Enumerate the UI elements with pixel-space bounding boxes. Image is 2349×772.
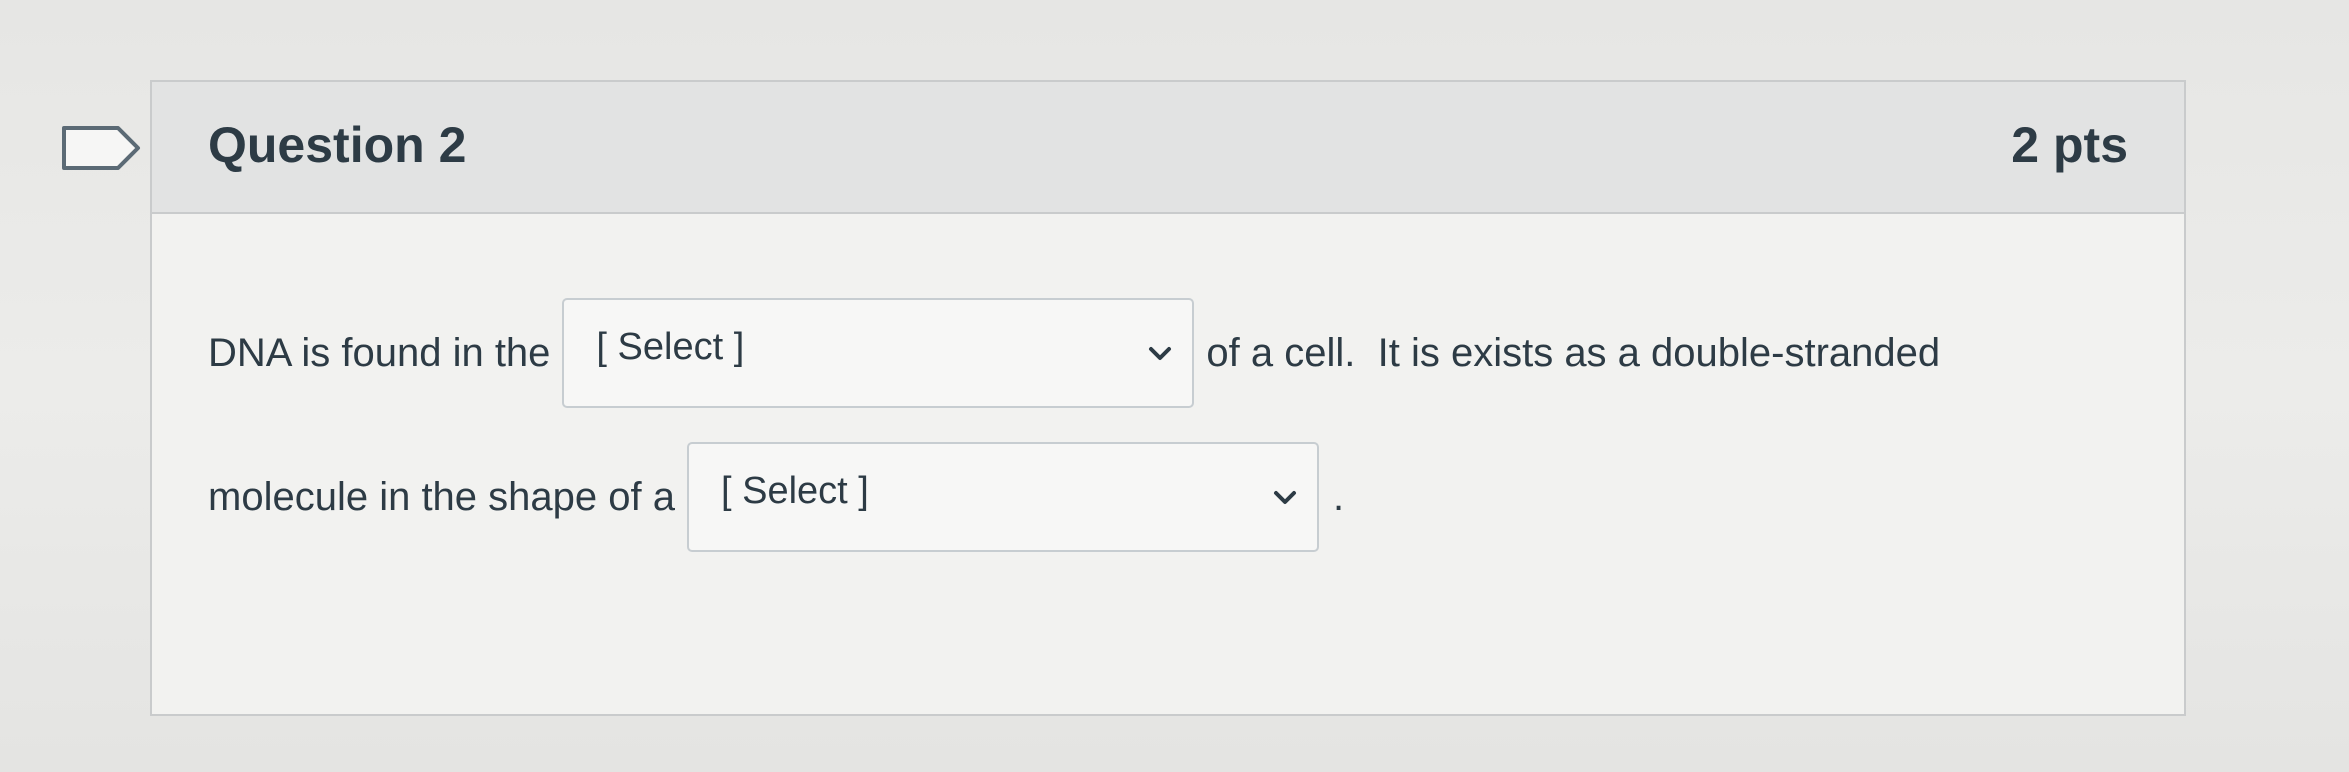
flag-question-icon[interactable] <box>60 124 144 172</box>
line2-text-before: molecule in the shape of a <box>208 474 675 519</box>
line1-text-after: of a cell. It is exists as a double-stra… <box>1206 330 1941 375</box>
answer-select-2[interactable]: [ Select ] <box>686 442 1319 552</box>
answer-select-1[interactable]: [ Select ] <box>562 298 1195 408</box>
chevron-down-icon <box>1149 347 1172 360</box>
answer-select-1-value: [ Select ] <box>596 326 745 368</box>
question-line-2: molecule in the shape of a [ Select ] . <box>208 442 1344 552</box>
question-line-1: DNA is found in the [ Select ] of a cell… <box>208 298 1940 408</box>
question-header: Question 2 2 pts <box>152 82 2184 214</box>
question-points: 2 pts <box>2011 117 2128 173</box>
quiz-page: Question 2 2 pts DNA is found in the [ S… <box>0 0 2349 772</box>
question-card: Question 2 2 pts DNA is found in the [ S… <box>150 80 2186 716</box>
answer-select-2-value: [ Select ] <box>720 470 869 512</box>
question-title: Question 2 <box>208 117 467 173</box>
line1-text-before: DNA is found in the <box>208 330 551 375</box>
line2-text-after: . <box>1332 474 1345 519</box>
chevron-down-icon <box>1273 491 1296 504</box>
